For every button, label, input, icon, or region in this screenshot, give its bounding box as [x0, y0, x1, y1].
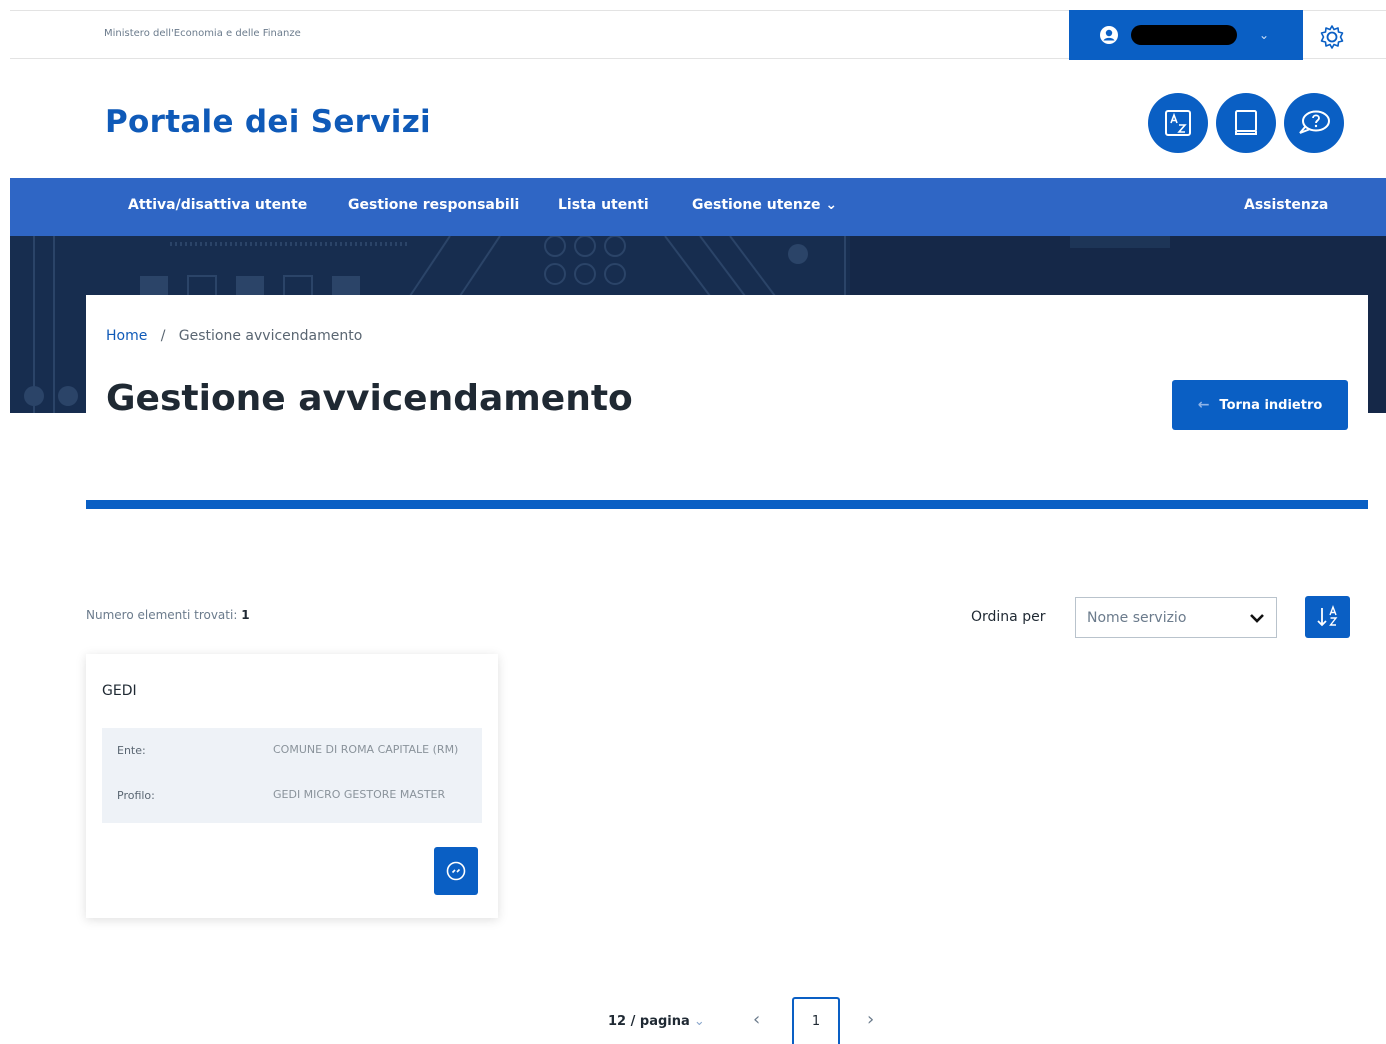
user-icon: [1100, 26, 1118, 44]
chevron-down-icon: [1250, 614, 1264, 623]
breadcrumb-current: Gestione avvicendamento: [178, 328, 363, 344]
nav-item-lista-utenti[interactable]: Lista utenti: [558, 197, 649, 213]
breadcrumb: Home / Gestione avvicendamento: [106, 328, 362, 344]
pagination-prev-icon[interactable]: ‹: [753, 1009, 760, 1030]
user-menu-button[interactable]: ⌄: [1069, 10, 1303, 60]
page-size-select[interactable]: 12 / pagina ⌄: [608, 1014, 705, 1029]
sort-order-button[interactable]: [1305, 596, 1350, 638]
ente-label: Ente:: [117, 744, 146, 757]
help-chat-icon[interactable]: [1284, 93, 1344, 153]
breadcrumb-home[interactable]: Home: [106, 328, 147, 344]
az-glossary-icon[interactable]: [1148, 93, 1208, 153]
sort-select-value: Nome servizio: [1087, 609, 1187, 626]
sort-select[interactable]: Nome servizio: [1075, 597, 1277, 638]
profilo-label: Profilo:: [117, 789, 155, 802]
pagination-page-1[interactable]: 1: [792, 997, 840, 1044]
card-info: Ente: COMUNE DI ROMA CAPITALE (RM) Profi…: [102, 728, 482, 823]
results-count: Numero elementi trovati: 1: [86, 608, 250, 622]
swap-icon: [446, 861, 466, 881]
page: Ministero dell'Economia e delle Finanze …: [0, 0, 1386, 1044]
site-title[interactable]: Portale dei Servizi: [105, 104, 431, 140]
book-glyph: [1235, 110, 1257, 135]
breadcrumb-separator-glyph: /: [160, 328, 166, 344]
nav-item-gestione-utenze[interactable]: Gestione utenze ⌄: [692, 197, 837, 213]
nav-item-attiva-disattiva-utente[interactable]: Attiva/disattiva utente: [128, 197, 307, 213]
nav-item-gestione-responsabili[interactable]: Gestione responsabili: [348, 197, 519, 213]
chevron-down-icon: ⌄: [1259, 28, 1270, 42]
card-action-button[interactable]: [434, 847, 478, 895]
profilo-value: GEDI MICRO GESTORE MASTER: [273, 788, 446, 801]
sort-label: Ordina per: [971, 609, 1046, 625]
arrow-left-icon: ←: [1197, 397, 1210, 413]
help-chat-glyph: [1299, 110, 1330, 134]
pagination-next-icon[interactable]: ›: [867, 1009, 874, 1030]
ente-value: COMUNE DI ROMA CAPITALE (RM): [273, 743, 459, 756]
breadcrumb-separator: /: [152, 328, 175, 344]
ministry-link[interactable]: Ministero dell'Economia e delle Finanze: [104, 28, 301, 39]
chevron-down-icon: ⌄: [693, 1014, 705, 1029]
card-title: GEDI: [102, 683, 137, 699]
book-icon[interactable]: [1216, 93, 1276, 153]
page-size-label: 12 / pagina: [608, 1014, 690, 1029]
page-title: Gestione avvicendamento: [106, 378, 633, 419]
nav-item-assistenza[interactable]: Assistenza: [1244, 197, 1328, 213]
results-count-value: 1: [241, 608, 250, 622]
user-name-redacted: [1131, 25, 1237, 45]
back-button-label: Torna indietro: [1219, 397, 1323, 413]
service-card: GEDI Ente: COMUNE DI ROMA CAPITALE (RM) …: [86, 654, 498, 918]
main-nav: Attiva/disattiva utente Gestione respons…: [10, 178, 1386, 236]
gear-icon[interactable]: [1318, 23, 1346, 51]
back-button[interactable]: ← Torna indietro: [1172, 380, 1348, 430]
results-count-label: Numero elementi trovati:: [86, 608, 238, 622]
section-divider: [86, 500, 1368, 509]
top-bar: Ministero dell'Economia e delle Finanze …: [10, 10, 1386, 60]
sort-az-icon: [1316, 605, 1337, 627]
az-glossary-glyph: [1165, 110, 1191, 136]
